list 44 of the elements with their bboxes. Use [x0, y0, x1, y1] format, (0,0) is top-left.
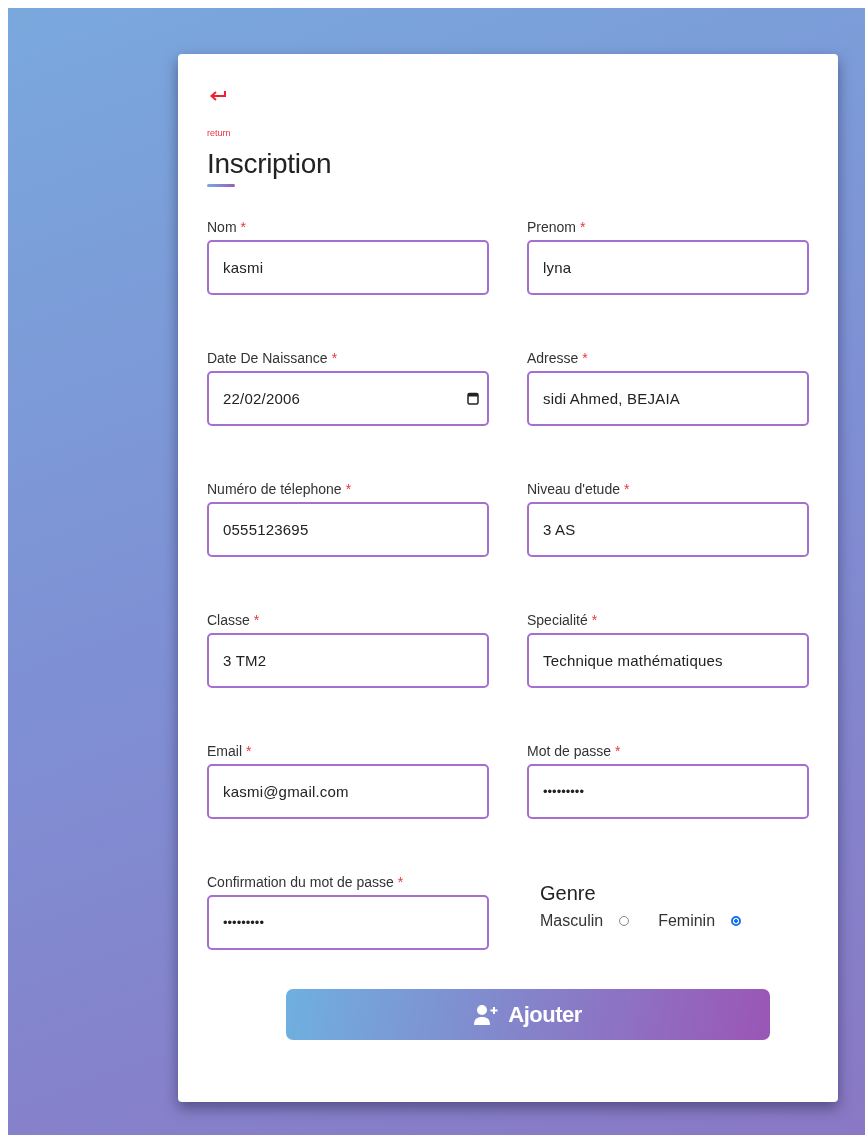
input-field[interactable]: 3 TM2	[207, 633, 489, 688]
field-label: Email	[207, 743, 242, 759]
radio-label: Feminin	[658, 912, 716, 930]
input-field[interactable]: •••••••••	[527, 764, 809, 819]
input-field[interactable]: kasmi	[207, 240, 489, 295]
radio-button[interactable]	[619, 916, 630, 926]
input-field[interactable]: lyna	[527, 240, 809, 295]
field-label: Classe	[207, 612, 250, 628]
form-title: Inscription	[207, 148, 333, 180]
required-mark: *	[623, 481, 630, 497]
radio-button[interactable]	[731, 916, 742, 926]
gender-label: Genre	[540, 882, 597, 905]
field-label: Confirmation du mot de passe	[207, 874, 394, 890]
title-underline	[207, 184, 235, 187]
field-label: Prenom	[527, 219, 577, 235]
input-field[interactable]: kasmi@gmail.com	[207, 764, 489, 819]
return-link[interactable]: return	[207, 128, 810, 138]
required-mark: *	[582, 350, 588, 366]
field-label: Adresse	[527, 350, 579, 366]
radio-label: Masculin	[540, 912, 604, 930]
required-mark: *	[345, 481, 352, 497]
add-button[interactable]: Ajouter	[286, 989, 770, 1040]
input-field[interactable]: 3 AS	[527, 502, 809, 557]
field-label: Numéro de télephone	[207, 481, 342, 497]
required-mark: *	[397, 874, 404, 890]
required-mark: *	[331, 350, 338, 366]
required-mark: *	[253, 612, 260, 628]
input-field[interactable]: sidi Ahmed, BEJAIA	[527, 371, 809, 426]
field-label: Niveau d'etude	[527, 481, 620, 497]
field-label: Mot de passe	[527, 743, 612, 759]
input-field[interactable]: Technique mathématiques	[527, 633, 809, 688]
field-label: Specialité	[527, 612, 588, 628]
required-mark: *	[615, 743, 621, 759]
required-mark: *	[591, 612, 598, 628]
input-field[interactable]: •••••••••	[207, 895, 489, 950]
required-mark: *	[240, 219, 246, 235]
calendar-icon[interactable]	[467, 392, 479, 405]
required-mark: *	[580, 219, 586, 235]
return-arrow-icon[interactable]	[209, 90, 227, 104]
field-label: Nom	[207, 219, 237, 235]
required-mark: *	[246, 743, 252, 759]
input-field[interactable]: 0555123695	[207, 502, 489, 557]
field-label: Date De Naissance	[207, 350, 328, 366]
input-field[interactable]: 22/02/2006	[207, 371, 489, 426]
